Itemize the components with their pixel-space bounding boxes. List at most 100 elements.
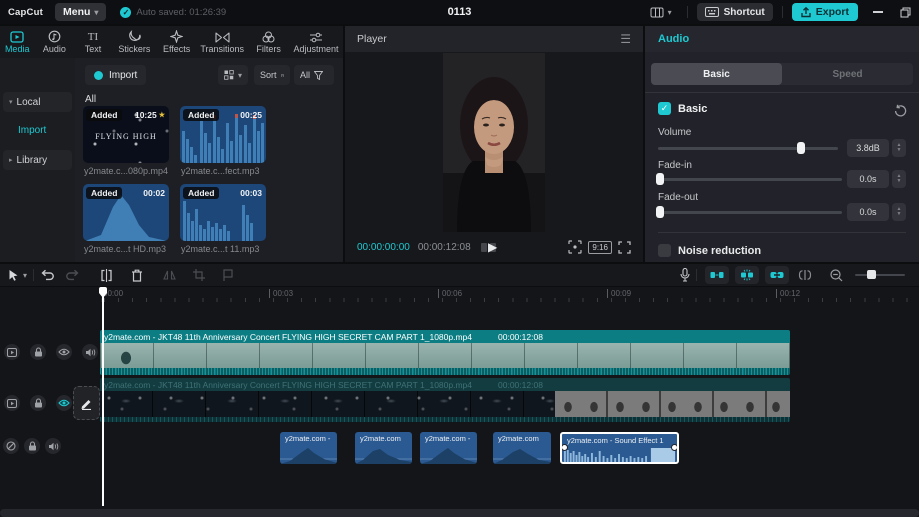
- redo-button[interactable]: [60, 265, 86, 285]
- step-down-icon[interactable]: ▼: [897, 148, 902, 153]
- track3-lock-button[interactable]: [24, 438, 40, 454]
- fade-in-stepper[interactable]: ▲ ▼: [892, 170, 906, 188]
- freeze-button[interactable]: [216, 265, 240, 285]
- timeline-ruler[interactable]: 00:00 00:03 00:06 00:09 00:12: [100, 288, 919, 302]
- fade-out-value[interactable]: 0.0s: [847, 203, 889, 221]
- tab-filters[interactable]: Filters: [248, 26, 289, 58]
- tab-adjustment[interactable]: Adjustment: [289, 26, 343, 58]
- tab-basic[interactable]: Basic: [651, 63, 782, 85]
- record-voiceover-button[interactable]: [674, 265, 696, 285]
- auto-snap-toggle[interactable]: [735, 266, 759, 284]
- view-mode-button[interactable]: ▾: [218, 65, 248, 85]
- fade-in-value[interactable]: 0.0s: [847, 170, 889, 188]
- tab-media[interactable]: Media: [0, 26, 34, 58]
- tab-speed[interactable]: Speed: [782, 63, 913, 85]
- reset-button[interactable]: [888, 100, 913, 120]
- video-preview[interactable]: [443, 53, 545, 232]
- clip-trim-handle-left[interactable]: [562, 444, 568, 451]
- timeline-horizontal-scrollbar[interactable]: [0, 509, 919, 517]
- filter-button[interactable]: All: [294, 65, 334, 85]
- tab-effects[interactable]: Effects: [157, 26, 196, 58]
- sort-button[interactable]: Sort: [254, 65, 290, 85]
- volume-value[interactable]: 3.8dB: [847, 139, 889, 157]
- expand-arrow-icon: ▾: [9, 99, 13, 106]
- split-button[interactable]: [94, 265, 119, 285]
- frame-back-icon[interactable]: [480, 242, 487, 252]
- volume-slider-handle[interactable]: [797, 142, 805, 154]
- checkbox-unchecked-icon[interactable]: [658, 244, 671, 257]
- tab-transitions[interactable]: Transitions: [196, 26, 248, 58]
- basic-section-toggle[interactable]: ✓ Basic: [658, 102, 707, 115]
- workspace-layout-button[interactable]: ▾: [644, 2, 678, 22]
- undo-button[interactable]: [34, 265, 60, 285]
- media-item-audio[interactable]: Added 00:25: [180, 106, 266, 163]
- play-button[interactable]: ▶: [488, 240, 497, 254]
- delete-button[interactable]: [125, 265, 149, 285]
- fade-out-slider-handle[interactable]: [656, 206, 664, 218]
- checkbox-checked-icon[interactable]: ✓: [658, 102, 671, 115]
- fullscreen-button[interactable]: [612, 237, 631, 257]
- sidebar-item-import[interactable]: Import: [18, 125, 46, 136]
- export-button[interactable]: Export: [791, 3, 858, 21]
- edit-cover-button[interactable]: [73, 386, 100, 420]
- playhead-line[interactable]: [102, 288, 104, 506]
- linking-toggle[interactable]: [765, 266, 789, 284]
- media-item-audio[interactable]: Added 00:02: [83, 184, 169, 241]
- sidebar-item-library[interactable]: ▸ Library: [3, 150, 72, 170]
- sidebar-item-local[interactable]: ▾ Local: [3, 92, 72, 112]
- track2-visibility-button[interactable]: [56, 395, 72, 411]
- import-button[interactable]: Import: [85, 65, 147, 85]
- clip-name: y2mate.com: [498, 434, 539, 443]
- preview-axis-button[interactable]: [792, 265, 818, 285]
- restore-window-button[interactable]: [898, 2, 913, 22]
- timeline-audio-clip[interactable]: y2mate.com -: [420, 432, 477, 464]
- track1-lock-button[interactable]: [30, 344, 46, 360]
- added-badge: Added: [183, 187, 220, 199]
- timeline-video-clip[interactable]: y2mate.com - JKT48 11th Anniversary Conc…: [100, 330, 790, 375]
- fade-out-slider[interactable]: [656, 206, 842, 218]
- timeline-audio-clip-selected[interactable]: y2mate.com - Sound Effect 1: [560, 432, 679, 464]
- preview-focus-button[interactable]: [562, 237, 588, 257]
- top-bar: CapCut Menu ▾ ✓ Auto saved: 01:26:39 011…: [0, 0, 919, 24]
- track2-lock-button[interactable]: [30, 395, 46, 411]
- timeline-zoom-slider[interactable]: [855, 270, 905, 279]
- trash-icon: [132, 269, 143, 282]
- volume-slider[interactable]: [658, 142, 838, 154]
- zoom-out-button[interactable]: [824, 265, 849, 285]
- duration-label: 10:25 ★: [134, 110, 165, 120]
- clip-trim-handle-right[interactable]: [671, 444, 677, 451]
- tab-stickers[interactable]: Stickers: [112, 26, 158, 58]
- timeline-audio-clip[interactable]: y2mate.com -: [280, 432, 337, 464]
- step-down-icon[interactable]: ▼: [897, 212, 902, 217]
- track3-mute-button[interactable]: [45, 438, 61, 454]
- fade-in-slider-handle[interactable]: [656, 173, 664, 185]
- pencil-icon: [81, 399, 91, 410]
- select-tool-button[interactable]: ▾: [0, 265, 33, 285]
- media-item-name: y2mate.c...fect.mp3: [181, 166, 260, 176]
- speaker-icon: [48, 442, 58, 450]
- chevron-down-icon: ▾: [23, 270, 28, 280]
- minimize-button[interactable]: [867, 2, 889, 22]
- aspect-ratio-button[interactable]: 9:16: [588, 240, 612, 254]
- added-badge: Added: [86, 109, 123, 121]
- volume-stepper[interactable]: ▲ ▼: [892, 139, 906, 157]
- timeline-overlay-clip[interactable]: y2mate.com - JKT48 11th Anniversary Conc…: [100, 378, 790, 422]
- media-item-audio[interactable]: Added 00:03: [180, 184, 266, 241]
- media-item-video[interactable]: FLYING HIGH Added 10:25 ★: [83, 106, 169, 163]
- timeline-audio-clip[interactable]: y2mate.com: [493, 432, 551, 464]
- mirror-button[interactable]: [157, 265, 182, 285]
- crop-button[interactable]: [187, 265, 211, 285]
- ripple-edit-toggle[interactable]: [705, 266, 729, 284]
- track1-visibility-button[interactable]: [56, 344, 72, 360]
- track1-mute-button[interactable]: [82, 344, 98, 360]
- tab-audio[interactable]: Audio: [34, 26, 74, 58]
- shortcut-button[interactable]: Shortcut: [696, 3, 773, 21]
- timeline-zoom-handle[interactable]: [867, 270, 876, 279]
- tab-text[interactable]: TI Text: [74, 26, 111, 58]
- fade-out-stepper[interactable]: ▲ ▼: [892, 203, 906, 221]
- noise-reduction-toggle[interactable]: Noise reduction: [658, 244, 761, 257]
- step-down-icon[interactable]: ▼: [897, 179, 902, 184]
- timeline-audio-clip[interactable]: y2mate.com: [355, 432, 412, 464]
- fade-in-slider[interactable]: [656, 173, 842, 185]
- player-menu-icon[interactable]: ☰: [620, 32, 631, 46]
